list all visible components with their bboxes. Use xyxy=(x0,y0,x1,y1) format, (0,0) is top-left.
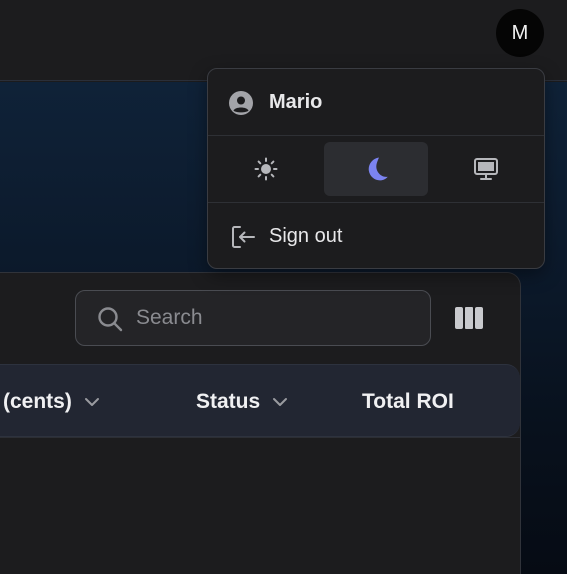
column-header-label: Total ROI xyxy=(362,389,454,413)
search-icon xyxy=(98,307,123,332)
theme-system-button[interactable] xyxy=(434,142,538,196)
column-header-total-roi[interactable]: Total ROI xyxy=(362,365,454,438)
moon-icon xyxy=(368,157,388,181)
table-panel: (cents) Status Total ROI xyxy=(0,272,521,574)
sign-out-button[interactable]: Sign out xyxy=(208,203,544,269)
avatar-initial: M xyxy=(511,21,529,44)
sun-icon xyxy=(254,157,278,181)
user-circle-icon xyxy=(229,91,253,115)
sign-out-icon xyxy=(232,226,255,248)
menu-user-row: Mario xyxy=(208,69,544,136)
sign-out-label: Sign out xyxy=(269,225,343,247)
chevron-down-icon xyxy=(273,397,288,406)
monitor-icon xyxy=(474,158,498,180)
user-avatar-button[interactable]: M xyxy=(496,9,544,57)
theme-dark-button[interactable] xyxy=(324,142,428,196)
user-menu-dropdown: Mario Sign out xyxy=(207,68,545,269)
column-header-label: Status xyxy=(196,389,261,413)
table-divider xyxy=(0,437,520,438)
search-input[interactable] xyxy=(136,291,416,345)
theme-switcher xyxy=(208,136,544,203)
columns-icon[interactable] xyxy=(455,307,483,329)
menu-user-name: Mario xyxy=(269,91,323,113)
chevron-down-icon xyxy=(84,397,99,406)
column-header-status[interactable]: Status xyxy=(196,365,288,438)
search-box[interactable] xyxy=(75,290,431,346)
column-header-label: (cents) xyxy=(3,389,72,413)
column-header-cents[interactable]: (cents) xyxy=(3,365,100,438)
theme-light-button[interactable] xyxy=(214,142,318,196)
table-header: (cents) Status Total ROI xyxy=(0,364,520,437)
